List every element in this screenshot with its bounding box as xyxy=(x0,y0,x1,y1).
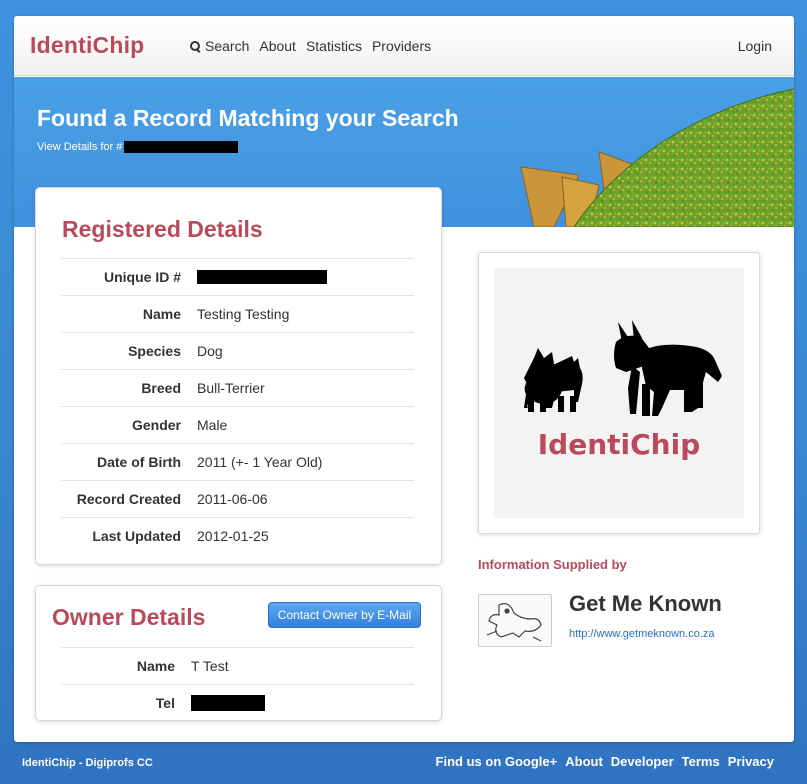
row-label: Last Updated xyxy=(61,517,197,555)
table-row: Last Updated 2012-01-25 xyxy=(61,517,414,555)
row-label: Record Created xyxy=(61,480,197,518)
row-value: Dog xyxy=(197,332,414,370)
row-value: 2012-01-25 xyxy=(197,517,414,555)
footer-links: Find us on Google+ About Developer Terms… xyxy=(436,754,774,769)
row-label: Date of Birth xyxy=(61,443,197,481)
page-container: IdentiChip Search About Statistics Provi… xyxy=(14,16,794,742)
footer-google-plus-link[interactable]: Find us on Google+ xyxy=(436,754,558,769)
provider-logo[interactable] xyxy=(478,594,552,647)
table-row: Record Created 2011-06-06 xyxy=(61,480,414,518)
dog-silhouettes-icon xyxy=(524,320,722,416)
search-icon xyxy=(190,40,201,52)
logo-image: IdentiChip xyxy=(494,268,744,518)
main-nav: Search About Statistics Providers xyxy=(190,38,431,54)
registered-details-card: Registered Details Unique ID # Name Test… xyxy=(35,187,442,565)
identichip-logo-card: IdentiChip xyxy=(478,252,760,534)
table-row: Unique ID # xyxy=(61,258,414,296)
provider-mascot-icon xyxy=(486,603,542,642)
nav-search-label: Search xyxy=(205,38,250,54)
row-label: Unique ID # xyxy=(61,258,197,296)
table-row: Species Dog xyxy=(61,332,414,370)
row-label: Species xyxy=(61,332,197,370)
login-link[interactable]: Login xyxy=(738,38,772,54)
table-row: Name T Test xyxy=(61,647,414,685)
redacted-phone xyxy=(191,695,265,712)
hero-subtitle-text: View Details for # xyxy=(37,141,123,153)
nav-providers[interactable]: Providers xyxy=(372,38,431,54)
contact-owner-button[interactable]: Contact Owner by E-Mail xyxy=(268,602,421,628)
row-value: Bull-Terrier xyxy=(197,369,414,407)
row-value xyxy=(197,258,414,296)
brand-logo[interactable]: IdentiChip xyxy=(30,32,144,59)
provider-name: Get Me Known xyxy=(569,591,722,616)
row-value: Male xyxy=(197,406,414,444)
row-label: Breed xyxy=(61,369,197,407)
row-label: Tel xyxy=(61,684,191,722)
row-value: 2011 (+- 1 Year Old) xyxy=(197,443,414,481)
navbar: IdentiChip Search About Statistics Provi… xyxy=(14,16,794,76)
information-supplied-label: Information Supplied by xyxy=(478,557,627,572)
registered-details-title: Registered Details xyxy=(62,216,263,242)
row-value: Testing Testing xyxy=(197,295,414,333)
footer-copyright: IdentiChip - Digiprofs CC xyxy=(22,757,153,769)
row-value: 2011-06-06 xyxy=(197,480,414,518)
footer-about-link[interactable]: About xyxy=(565,754,603,769)
table-row: Name Testing Testing xyxy=(61,295,414,333)
provider-url-link[interactable]: http://www.getmeknown.co.za xyxy=(569,628,715,640)
footer-privacy-link[interactable]: Privacy xyxy=(728,754,774,769)
nav-statistics[interactable]: Statistics xyxy=(306,38,362,54)
owner-details-card: Owner Details Contact Owner by E-Mail Na… xyxy=(35,585,442,722)
hero-subtitle: View Details for # xyxy=(37,141,239,153)
logo-text: IdentiChip xyxy=(537,428,701,461)
table-row: Tel xyxy=(61,684,414,722)
table-row: Date of Birth 2011 (+- 1 Year Old) xyxy=(61,443,414,481)
redacted-id xyxy=(124,141,239,153)
table-row: Gender Male xyxy=(61,406,414,444)
hero-title: Found a Record Matching your Search xyxy=(37,105,459,131)
row-label: Name xyxy=(61,647,191,685)
footer-developer-link[interactable]: Developer xyxy=(611,754,674,769)
nav-about[interactable]: About xyxy=(259,38,296,54)
row-value: T Test xyxy=(191,647,414,685)
row-label: Gender xyxy=(61,406,197,444)
owner-details-title: Owner Details xyxy=(52,604,206,630)
footer-terms-link[interactable]: Terms xyxy=(682,754,720,769)
row-label: Name xyxy=(61,295,197,333)
owner-details-table: Name T Test Tel xyxy=(61,647,414,722)
nav-search[interactable]: Search xyxy=(190,38,249,54)
table-row: Breed Bull-Terrier xyxy=(61,369,414,407)
row-value xyxy=(191,684,414,722)
redacted-id xyxy=(197,270,327,284)
registered-details-table: Unique ID # Name Testing Testing Species… xyxy=(61,258,414,555)
